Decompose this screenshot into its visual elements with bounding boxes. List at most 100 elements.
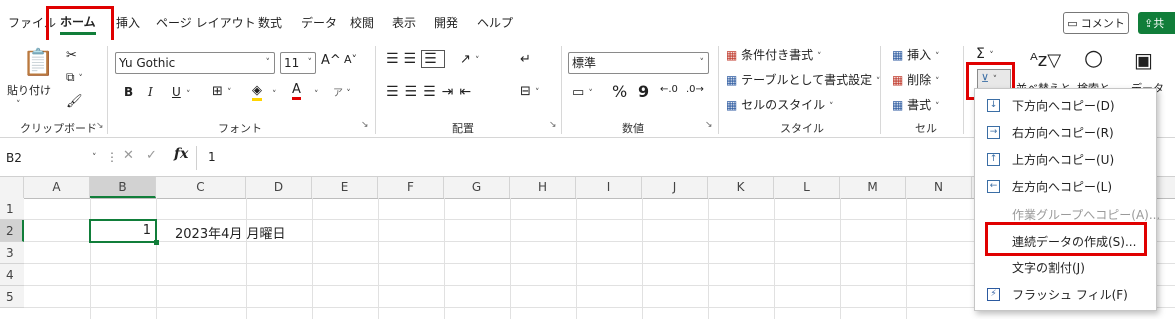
underline-dropdown[interactable]: ˅ bbox=[186, 86, 191, 100]
col-header-l[interactable]: L bbox=[774, 177, 840, 198]
format-as-table-button[interactable]: ▦ テーブルとして書式設定 ˅ bbox=[726, 71, 880, 88]
border-icon[interactable]: ⊞ ˅ bbox=[212, 84, 232, 99]
gridline bbox=[708, 198, 709, 319]
name-box[interactable]: B2 ˅ bbox=[6, 147, 102, 169]
share-button[interactable]: ⇪ 共 bbox=[1138, 12, 1175, 34]
italic-button[interactable]: I bbox=[148, 85, 153, 99]
alignment-launcher-icon[interactable]: ↘ bbox=[549, 120, 557, 130]
autosum-icon[interactable]: Σ ˅ bbox=[976, 46, 994, 62]
paste-dropdown-icon[interactable]: ˅ bbox=[16, 96, 21, 110]
number-launcher-icon[interactable]: ↘ bbox=[705, 120, 713, 130]
col-header-j[interactable]: J bbox=[642, 177, 708, 198]
decimal-increase-icon[interactable]: ←.0 bbox=[660, 84, 678, 95]
row-header-4[interactable]: 4 bbox=[0, 264, 24, 286]
merge-center-icon[interactable]: ⊟ ˅ bbox=[520, 84, 540, 99]
col-header-d[interactable]: D bbox=[246, 177, 312, 198]
cell-styles-button[interactable]: ▦ セルのスタイル ˅ bbox=[726, 96, 834, 113]
horizontal-align-icons[interactable]: ☰☰☰⇥⇤ bbox=[386, 84, 477, 100]
clipboard-group-label: クリップボード bbox=[20, 122, 97, 135]
fill-color-dropdown[interactable]: ˅ bbox=[272, 86, 277, 100]
confirm-icon[interactable]: ✓ bbox=[146, 148, 157, 163]
menu-item-fill-down[interactable]: ↓ 下方向へコピー(D) bbox=[975, 93, 1156, 119]
menu-item-justify[interactable]: 文字の割付(J) bbox=[975, 255, 1156, 281]
grow-font-button[interactable]: A^ bbox=[321, 53, 341, 68]
tab-data[interactable]: データ bbox=[301, 14, 337, 31]
clipboard-launcher-icon[interactable]: ↘ bbox=[96, 121, 104, 131]
tab-formulas[interactable]: 数式 bbox=[258, 14, 282, 31]
phonetic-icon[interactable]: ア ˅ bbox=[333, 84, 351, 99]
tab-review[interactable]: 校閲 bbox=[350, 14, 374, 31]
conditional-format-button[interactable]: ▦ 条件付き書式 ˅ bbox=[726, 46, 822, 63]
cancel-icon[interactable]: ✕ bbox=[123, 148, 134, 163]
percent-button[interactable]: % bbox=[612, 82, 627, 101]
orientation-icon[interactable]: ↗ ˅ bbox=[460, 52, 480, 67]
col-header-h[interactable]: H bbox=[510, 177, 576, 198]
tab-help[interactable]: ヘルプ bbox=[477, 14, 513, 31]
row-header-1[interactable]: 1 bbox=[0, 198, 24, 220]
comma-button[interactable]: 9 bbox=[638, 82, 649, 101]
tab-insert[interactable]: 挿入 bbox=[116, 14, 140, 31]
fill-color-icon[interactable]: ◈ bbox=[252, 84, 262, 101]
find-select-icon[interactable]: ○ bbox=[1084, 46, 1103, 71]
analyze-data-icon[interactable]: ▣ bbox=[1134, 48, 1153, 72]
delete-cells-button[interactable]: ▦ 削除 ˅ bbox=[892, 71, 940, 88]
insert-function-button[interactable]: fx bbox=[174, 146, 188, 162]
row-header-5[interactable]: 5 bbox=[0, 286, 24, 308]
col-header-f[interactable]: F bbox=[378, 177, 444, 198]
insert-cells-button[interactable]: ▦ 挿入 ˅ bbox=[892, 46, 940, 63]
cell-c2[interactable]: 2023年4月 月曜日 bbox=[175, 223, 286, 242]
gridline bbox=[312, 198, 313, 319]
col-header-k[interactable]: K bbox=[708, 177, 774, 198]
row-header-3[interactable]: 3 bbox=[0, 242, 24, 264]
wrap-text-icon[interactable]: ↵ bbox=[520, 52, 531, 67]
format-painter-icon[interactable]: 🖌 bbox=[66, 94, 83, 109]
font-name-select[interactable]: Yu Gothic ˅ bbox=[115, 52, 275, 74]
menu-item-fill-left[interactable]: ← 左方向へコピー(L) bbox=[975, 174, 1156, 200]
cell-b2-selected[interactable]: 1 bbox=[89, 219, 157, 243]
cut-icon[interactable]: ✂ bbox=[66, 48, 77, 63]
vertical-align-icons[interactable]: ☰☰ ☰ bbox=[386, 50, 445, 68]
col-header-b[interactable]: B bbox=[90, 177, 156, 198]
menu-item-flash-fill[interactable]: ⚡ フラッシュ フィル(F) bbox=[975, 282, 1156, 308]
tab-developer[interactable]: 開発 bbox=[434, 14, 458, 31]
font-size-select[interactable]: 11 ˅ bbox=[280, 52, 316, 74]
bold-button[interactable]: B bbox=[124, 85, 133, 99]
separator bbox=[196, 146, 197, 170]
cell-style-icon: ▦ bbox=[726, 98, 738, 112]
underline-button[interactable]: U bbox=[172, 85, 181, 99]
font-group-label: フォント bbox=[218, 122, 262, 135]
col-header-n[interactable]: N bbox=[906, 177, 972, 198]
col-header-g[interactable]: G bbox=[444, 177, 510, 198]
gridline bbox=[156, 198, 157, 319]
copy-icon[interactable]: ⧉ ˅ bbox=[66, 70, 83, 85]
font-color-icon[interactable]: A bbox=[292, 83, 301, 100]
col-header-a[interactable]: A bbox=[24, 177, 90, 198]
col-header-c[interactable]: C bbox=[156, 177, 246, 198]
select-all-corner[interactable] bbox=[0, 177, 24, 198]
tab-view[interactable]: 表示 bbox=[392, 14, 416, 31]
col-header-i[interactable]: I bbox=[576, 177, 642, 198]
col-header-m[interactable]: M bbox=[840, 177, 906, 198]
flash-fill-icon: ⚡ bbox=[987, 288, 1000, 301]
format-cells-button[interactable]: ▦ 書式 ˅ bbox=[892, 96, 940, 113]
series-item-highlight bbox=[985, 222, 1147, 256]
col-header-e[interactable]: E bbox=[312, 177, 378, 198]
paste-button[interactable]: 貼り付け bbox=[7, 82, 51, 98]
separator bbox=[375, 46, 376, 134]
sort-filter-icon[interactable]: ᴬᴢ▽ bbox=[1030, 50, 1061, 71]
table-icon: ▦ bbox=[726, 73, 738, 87]
menu-item-fill-right[interactable]: → 右方向へコピー(R) bbox=[975, 120, 1156, 146]
shrink-font-button[interactable]: A˅ bbox=[344, 53, 357, 66]
font-launcher-icon[interactable]: ↘ bbox=[361, 120, 369, 130]
fill-handle[interactable] bbox=[154, 240, 159, 245]
row-header-2[interactable]: 2 bbox=[0, 220, 24, 242]
comment-button[interactable]: ▭ コメント bbox=[1063, 12, 1129, 34]
number-format-select[interactable]: 標準 ˅ bbox=[568, 52, 709, 74]
decimal-decrease-icon[interactable]: .0→ bbox=[686, 84, 704, 95]
formula-input[interactable]: 1 bbox=[208, 150, 216, 164]
menu-item-fill-up[interactable]: ↑ 上方向へコピー(U) bbox=[975, 147, 1156, 173]
arrow-right-icon: → bbox=[987, 126, 1000, 139]
tab-page-layout[interactable]: ページ レイアウト bbox=[156, 14, 256, 31]
font-color-dropdown[interactable]: ˅ bbox=[314, 86, 319, 100]
currency-icon[interactable]: ▭ ˅ bbox=[572, 85, 593, 100]
